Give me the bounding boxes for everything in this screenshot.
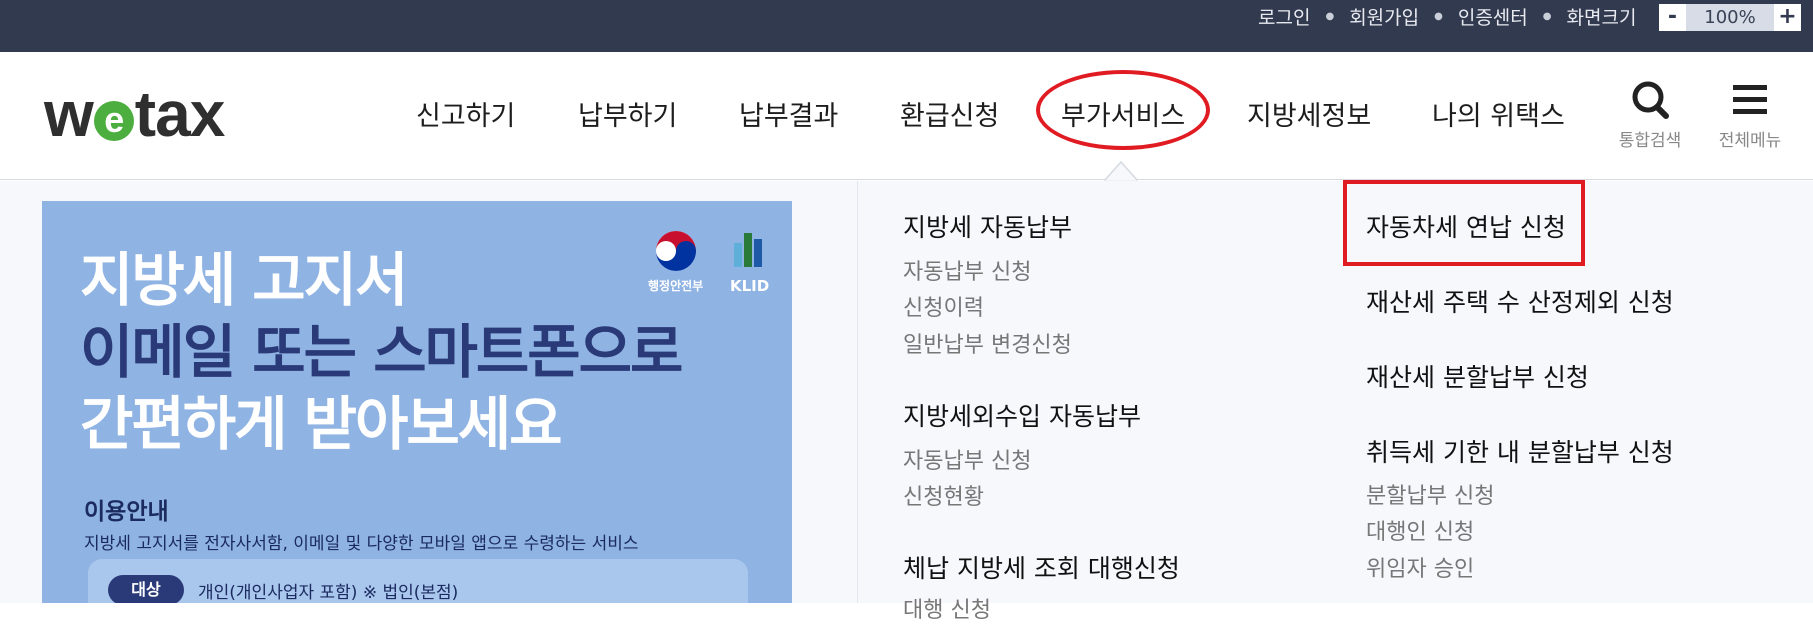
highlight-circle xyxy=(1036,70,1210,150)
target-text: 개인(개인사업자 포함) ※ 법인(본점) xyxy=(198,583,459,603)
property-tax-exclusion-link[interactable]: 재산세 주택 수 산정제외 신청 xyxy=(1366,283,1674,319)
cert-center-link[interactable]: 인증센터 xyxy=(1458,3,1528,30)
banner-line-3: 간편하게 받아보세요 xyxy=(80,390,562,458)
apply-history-link[interactable]: 신청이력 xyxy=(903,290,984,322)
zoom-out-button[interactable]: - xyxy=(1659,4,1686,31)
highlight-box xyxy=(1343,180,1585,266)
full-menu-button[interactable]: 전체메뉴 xyxy=(1710,80,1790,151)
klid-label: KLID xyxy=(730,277,770,295)
utility-bar: 로그인 ● 회원가입 ● 인증센터 ● 화면크기 - 100% + xyxy=(0,0,1813,52)
separator-dot: ● xyxy=(1434,11,1443,22)
gnb-my-wetax[interactable]: 나의 위택스 xyxy=(1432,94,1565,133)
zoom-control: - 100% + xyxy=(1659,4,1801,31)
separator-dot: ● xyxy=(1325,11,1335,22)
join-link[interactable]: 회원가입 xyxy=(1349,3,1419,30)
banner-line-2: 이메일 또는 스마트폰으로 xyxy=(80,318,683,386)
target-badge: 대상 xyxy=(108,575,184,603)
auto-pay-title[interactable]: 지방세 자동납부 xyxy=(903,208,1072,244)
mois-label: 행정안전부 xyxy=(648,279,704,293)
login-link[interactable]: 로그인 xyxy=(1258,3,1310,30)
agent-apply-link[interactable]: 대행인 신청 xyxy=(1366,514,1474,546)
auto-pay-apply-link[interactable]: 자동납부 신청 xyxy=(903,254,1031,286)
gnb-payment-result[interactable]: 납부결과 xyxy=(739,94,838,133)
banner-target-box: 대상 개인(개인사업자 포함) ※ 법인(본점) xyxy=(88,559,748,603)
gnb-report[interactable]: 신고하기 xyxy=(416,94,515,133)
search-label: 통합검색 xyxy=(1618,131,1682,151)
hamburger-menu-icon xyxy=(1733,85,1767,114)
zoom-level: 100% xyxy=(1686,4,1774,31)
separator-dot: ● xyxy=(1542,11,1552,22)
banner-guide-desc: 지방세 고지서를 전자사서함, 이메일 및 다양한 모바일 앱으로 수령하는 서… xyxy=(84,534,639,554)
search-icon xyxy=(1632,81,1669,119)
normal-pay-change-link[interactable]: 일반납부 변경신청 xyxy=(903,327,1072,359)
wetax-logo[interactable]: w e tax xyxy=(44,82,225,146)
menu-caret-icon xyxy=(1104,160,1138,182)
apply-status-link[interactable]: 신청현황 xyxy=(903,479,984,511)
arrears-inquiry-title[interactable]: 체납 지방세 조회 대행신청 xyxy=(903,549,1180,585)
installment-apply-link[interactable]: 분할납부 신청 xyxy=(1366,478,1494,510)
property-tax-installment-link[interactable]: 재산세 분할납부 신청 xyxy=(1366,358,1589,394)
banner-line-1: 지방세 고지서 xyxy=(80,246,408,314)
integrated-search-button[interactable]: 통합검색 xyxy=(1610,80,1690,151)
screen-size-label: 화면크기 xyxy=(1566,7,1637,29)
delegator-approval-link[interactable]: 위임자 승인 xyxy=(1366,551,1474,583)
menu-label: 전체메뉴 xyxy=(1718,131,1782,151)
gnb-refund[interactable]: 환급신청 xyxy=(900,94,999,133)
org-logos: 행정안전부 KLID xyxy=(648,229,778,299)
gnb-payment[interactable]: 납부하기 xyxy=(578,94,677,133)
non-tax-auto-pay-apply-link[interactable]: 자동납부 신청 xyxy=(903,443,1031,475)
banner-guide-title: 이용안내 xyxy=(84,499,169,525)
gnb-local-tax-info[interactable]: 지방세정보 xyxy=(1247,94,1371,133)
acquisition-tax-installment-title[interactable]: 취득세 기한 내 분할납부 신청 xyxy=(1366,433,1674,469)
promo-banner[interactable]: 지방세 고지서 이메일 또는 스마트폰으로 간편하게 받아보세요 행정안전부 K… xyxy=(42,201,792,603)
proxy-apply-link[interactable]: 대행 신청 xyxy=(903,592,991,624)
column-divider xyxy=(857,181,858,603)
non-tax-auto-pay-title[interactable]: 지방세외수입 자동납부 xyxy=(903,397,1141,433)
zoom-in-button[interactable]: + xyxy=(1774,4,1801,31)
